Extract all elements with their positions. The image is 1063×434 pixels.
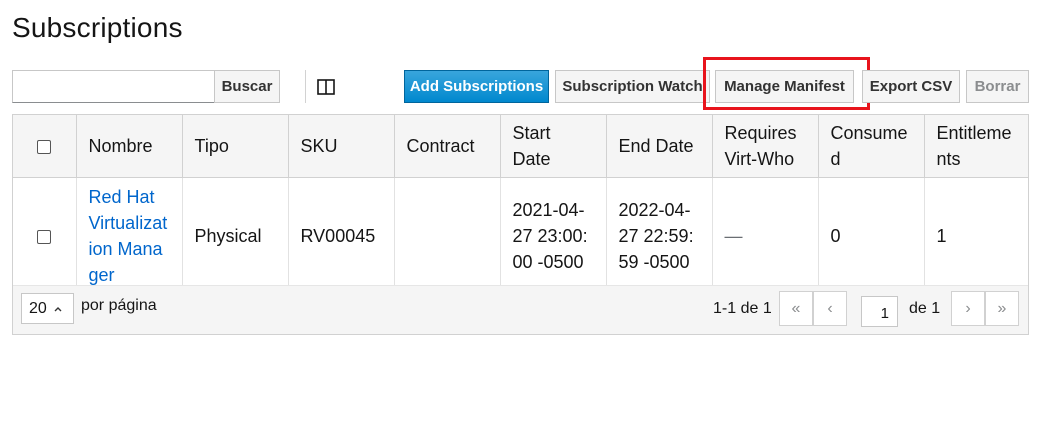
row-checkbox[interactable]: [37, 229, 52, 244]
double-chevron-left-icon: «: [791, 299, 801, 317]
cell-contract: [394, 177, 501, 294]
chevron-right-icon: ›: [965, 299, 971, 317]
column-header-virt-who[interactable]: Requires Virt-Who: [712, 115, 819, 178]
last-page-button[interactable]: »: [985, 291, 1019, 326]
row-select-cell: [13, 177, 77, 294]
cell-sku: RV00045: [288, 177, 395, 294]
column-header-nombre[interactable]: Nombre: [76, 115, 183, 178]
manage-manifest-button[interactable]: Manage Manifest: [715, 70, 854, 103]
export-csv-button[interactable]: Export CSV: [862, 70, 960, 103]
column-header-end-date[interactable]: End Date: [606, 115, 713, 178]
pagination-range: 1-1 de 1: [713, 300, 772, 317]
column-header-contract[interactable]: Contract: [394, 115, 501, 178]
select-all-checkbox[interactable]: [37, 140, 52, 154]
page-count-label: de 1: [909, 300, 941, 317]
cell-name: Red Hat Virtualization Manager: [76, 177, 183, 294]
table-row: Red Hat Virtualization Manager Physical …: [13, 177, 1028, 294]
toolbar-divider: [305, 70, 306, 103]
cell-virt-who: —: [712, 177, 819, 294]
search-input[interactable]: [12, 70, 215, 103]
cell-consumed: 0: [818, 177, 925, 294]
column-header-entitlements[interactable]: Entitlements: [924, 115, 1028, 178]
select-all-cell: [13, 115, 77, 178]
column-header-tipo[interactable]: Tipo: [182, 115, 289, 178]
table-header-row: Nombre Tipo SKU Contract Start Date End …: [13, 115, 1028, 178]
per-page-select[interactable]: 20: [21, 293, 74, 324]
pagination-bar: 20 por página 1-1 de 1 « ‹ 1 de 1 › »: [13, 285, 1028, 334]
column-header-start-date[interactable]: Start Date: [500, 115, 607, 178]
page-title: Subscriptions: [12, 12, 183, 43]
cell-end-date: 2022-04-27 22:59:59 -0500: [606, 177, 713, 294]
column-header-consumed[interactable]: Consumed: [818, 115, 925, 178]
columns-icon[interactable]: [316, 77, 336, 97]
search-button[interactable]: Buscar: [214, 70, 280, 103]
column-header-sku[interactable]: SKU: [288, 115, 395, 178]
subscription-name-link[interactable]: Red Hat Virtualization Manager: [89, 187, 168, 285]
per-page-label: por página: [81, 297, 157, 314]
cell-start-date: 2021-04-27 23:00:00 -0500: [500, 177, 607, 294]
subscription-watch-button[interactable]: Subscription Watch: [555, 70, 710, 103]
subscriptions-table: Nombre Tipo SKU Contract Start Date End …: [12, 114, 1029, 335]
add-subscriptions-button[interactable]: Add Subscriptions: [404, 70, 549, 103]
cell-entitlements: 1: [936, 225, 947, 246]
page-number-input[interactable]: 1: [861, 296, 898, 327]
delete-button[interactable]: Borrar: [966, 70, 1029, 103]
first-page-button[interactable]: «: [779, 291, 813, 326]
chevron-up-icon: [54, 306, 62, 311]
prev-page-button[interactable]: ‹: [813, 291, 847, 326]
cell-type: Physical: [182, 177, 289, 294]
per-page-value: 20: [29, 299, 47, 317]
chevron-left-icon: ‹: [827, 299, 833, 317]
next-page-button[interactable]: ›: [951, 291, 985, 326]
double-chevron-right-icon: »: [997, 299, 1007, 317]
